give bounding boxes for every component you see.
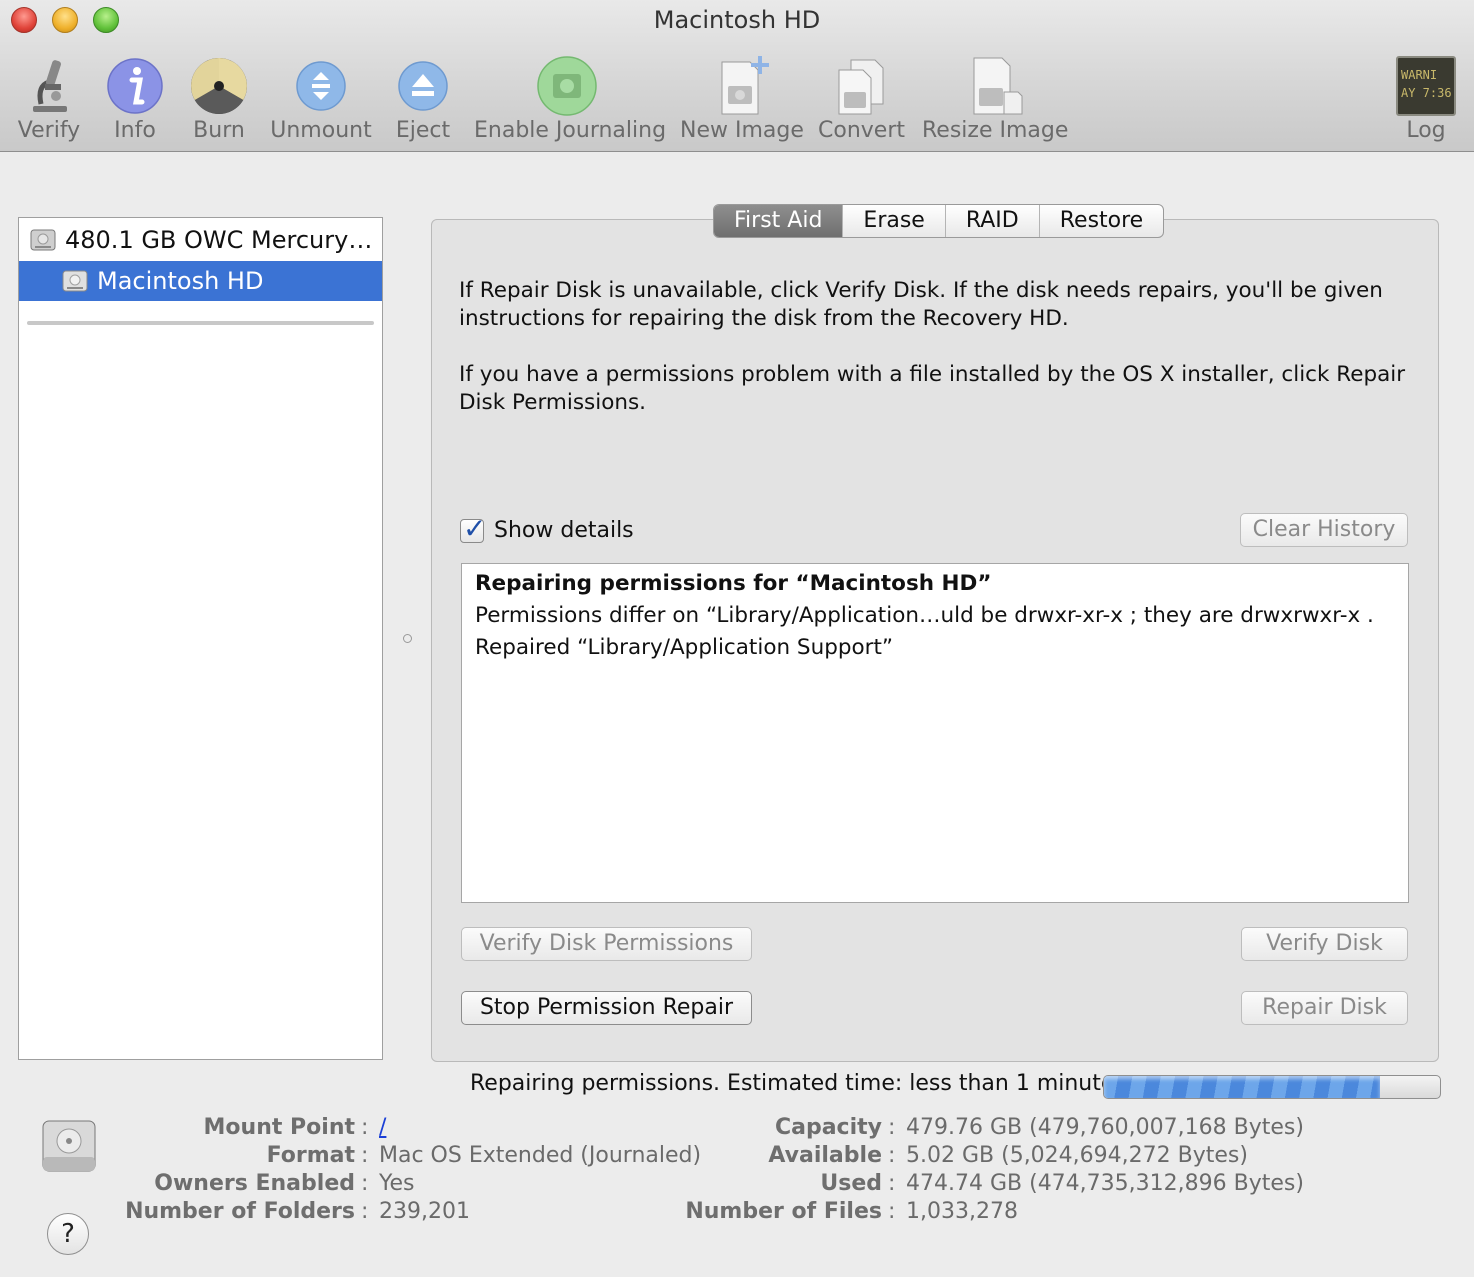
tab-raid[interactable]: RAID bbox=[946, 205, 1040, 237]
tab-bar: First Aid Erase RAID Restore bbox=[713, 204, 1165, 238]
window-title: Macintosh HD bbox=[653, 6, 821, 34]
clear-history-button[interactable]: Clear History bbox=[1240, 513, 1408, 547]
toolbar-burn-button[interactable]: Burn bbox=[186, 52, 252, 150]
info-icon bbox=[107, 58, 163, 114]
repair-disk-instructions: If Repair Disk is unavailable, click Ver… bbox=[459, 278, 1383, 331]
unmount-icon bbox=[296, 61, 346, 111]
tab-first-aid[interactable]: First Aid bbox=[714, 205, 844, 237]
resize-image-icon bbox=[973, 57, 1023, 115]
toolbar-verify-button[interactable]: Verify bbox=[14, 52, 84, 150]
volume-disk-icon bbox=[42, 1120, 96, 1172]
help-button[interactable]: ? bbox=[47, 1213, 89, 1255]
toolbar-new-image-button[interactable]: New Image bbox=[680, 52, 804, 150]
permissions-instructions: If you have a permissions problem with a… bbox=[459, 362, 1406, 415]
hard-disk-icon bbox=[62, 270, 88, 292]
toolbar-convert-button[interactable]: Convert bbox=[818, 52, 905, 150]
new-image-icon bbox=[721, 56, 769, 115]
repair-disk-button[interactable]: Repair Disk bbox=[1241, 991, 1408, 1025]
progress-status-text: Repairing permissions. Estimated time: l… bbox=[470, 1071, 1115, 1096]
split-view-handle[interactable] bbox=[403, 634, 412, 643]
sidebar-item-macintosh-hd[interactable]: Macintosh HD bbox=[19, 261, 382, 301]
toolbar-log-button[interactable]: WARNI AY 7:36 Log bbox=[1392, 52, 1460, 150]
log-icon: WARNI AY 7:36 bbox=[1396, 56, 1456, 116]
toolbar-eject-button[interactable]: Eject bbox=[394, 52, 452, 150]
log-line: Permissions differ on “Library/Applicati… bbox=[475, 603, 1374, 628]
sidebar-item-label: 480.1 GB OWC Mercury… bbox=[65, 226, 373, 254]
verify-disk-button[interactable]: Verify Disk bbox=[1241, 927, 1408, 961]
sidebar-divider bbox=[27, 321, 374, 325]
checkmark-icon: ✓ bbox=[463, 511, 487, 545]
progress-fill bbox=[1104, 1076, 1380, 1098]
show-details-checkbox[interactable]: ✓ Show details bbox=[460, 512, 634, 545]
toolbar-enable-journaling-button[interactable]: Enable Journaling bbox=[474, 52, 666, 150]
log-line: Repaired “Library/Application Support” bbox=[475, 635, 894, 660]
title-bar: Macintosh HD Verify Info Burn Unmount Ej… bbox=[0, 0, 1474, 152]
tab-restore[interactable]: Restore bbox=[1040, 205, 1163, 237]
mount-point-link[interactable]: / bbox=[379, 1115, 386, 1140]
sidebar-item-owc-drive[interactable]: 480.1 GB OWC Mercury… bbox=[19, 220, 382, 260]
toolbar-unmount-button[interactable]: Unmount bbox=[270, 52, 372, 150]
log-title: Repairing permissions for “Macintosh HD” bbox=[475, 571, 992, 596]
stop-permission-repair-button[interactable]: Stop Permission Repair bbox=[461, 991, 752, 1025]
disk-list-sidebar: 480.1 GB OWC Mercury… Macintosh HD bbox=[18, 217, 383, 1060]
burn-icon bbox=[191, 58, 247, 114]
toolbar-info-button[interactable]: Info bbox=[104, 52, 166, 150]
hard-disk-icon bbox=[30, 229, 56, 251]
checkbox-box[interactable]: ✓ bbox=[460, 512, 486, 545]
verify-disk-permissions-button[interactable]: Verify Disk Permissions bbox=[461, 927, 752, 961]
show-details-label: Show details bbox=[494, 518, 634, 543]
progress-bar bbox=[1103, 1075, 1441, 1099]
microscope-icon bbox=[33, 60, 67, 112]
tab-erase[interactable]: Erase bbox=[843, 205, 946, 237]
journaling-icon bbox=[537, 56, 597, 116]
toolbar-resize-image-button[interactable]: Resize Image bbox=[922, 52, 1068, 150]
details-log: Repairing permissions for “Macintosh HD”… bbox=[461, 563, 1409, 903]
eject-icon bbox=[398, 61, 448, 111]
sidebar-item-label: Macintosh HD bbox=[97, 267, 264, 295]
convert-icon bbox=[838, 59, 884, 115]
